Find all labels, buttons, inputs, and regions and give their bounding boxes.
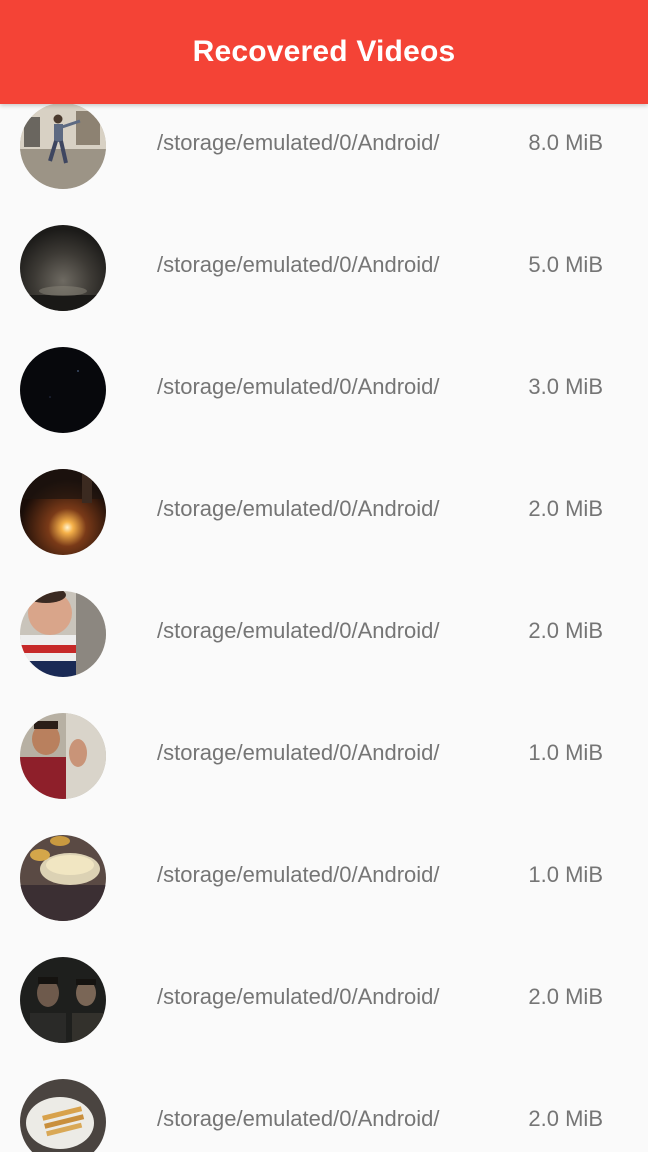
video-size: 1.0 MiB	[528, 862, 603, 887]
video-size: 1.0 MiB	[528, 740, 603, 765]
list-item[interactable]: /storage/emulated/0/Android/ 2.0 MiB	[0, 591, 648, 714]
video-thumbnail	[20, 1079, 106, 1152]
page-title: Recovered Videos	[192, 35, 456, 68]
video-path: /storage/emulated/0/Android/	[157, 252, 440, 277]
app-bar: Recovered Videos	[0, 0, 648, 104]
list-item[interactable]: /storage/emulated/0/Android/ 8.0 MiB	[0, 104, 648, 226]
video-thumbnail	[20, 347, 106, 433]
list-item[interactable]: /storage/emulated/0/Android/ 1.0 MiB	[0, 713, 648, 836]
video-thumbnail	[20, 713, 106, 799]
video-list[interactable]: /storage/emulated/0/Android/ 8.0 MiB /st…	[0, 104, 648, 1152]
video-thumbnail	[20, 957, 106, 1043]
video-thumbnail	[20, 104, 106, 189]
video-size: 3.0 MiB	[528, 374, 603, 399]
video-thumbnail	[20, 591, 106, 677]
video-path: /storage/emulated/0/Android/	[157, 1106, 440, 1131]
list-item[interactable]: /storage/emulated/0/Android/ 2.0 MiB	[0, 957, 648, 1080]
video-path: /storage/emulated/0/Android/	[157, 618, 440, 643]
list-item[interactable]: /storage/emulated/0/Android/ 5.0 MiB	[0, 225, 648, 348]
video-thumbnail	[20, 469, 106, 555]
video-size: 2.0 MiB	[528, 496, 603, 521]
list-item[interactable]: /storage/emulated/0/Android/ 2.0 MiB	[0, 1079, 648, 1152]
video-size: 8.0 MiB	[528, 130, 603, 155]
video-size: 2.0 MiB	[528, 618, 603, 643]
video-path: /storage/emulated/0/Android/	[157, 984, 440, 1009]
video-size: 2.0 MiB	[528, 984, 603, 1009]
video-path: /storage/emulated/0/Android/	[157, 740, 440, 765]
video-path: /storage/emulated/0/Android/	[157, 862, 440, 887]
list-item[interactable]: /storage/emulated/0/Android/ 3.0 MiB	[0, 347, 648, 470]
video-thumbnail	[20, 225, 106, 311]
video-path: /storage/emulated/0/Android/	[157, 374, 440, 399]
list-item[interactable]: /storage/emulated/0/Android/ 1.0 MiB	[0, 835, 648, 958]
list-item[interactable]: /storage/emulated/0/Android/ 2.0 MiB	[0, 469, 648, 592]
video-thumbnail	[20, 835, 106, 921]
video-size: 2.0 MiB	[528, 1106, 603, 1131]
video-path: /storage/emulated/0/Android/	[157, 496, 440, 521]
video-size: 5.0 MiB	[528, 252, 603, 277]
video-path: /storage/emulated/0/Android/	[157, 130, 440, 155]
